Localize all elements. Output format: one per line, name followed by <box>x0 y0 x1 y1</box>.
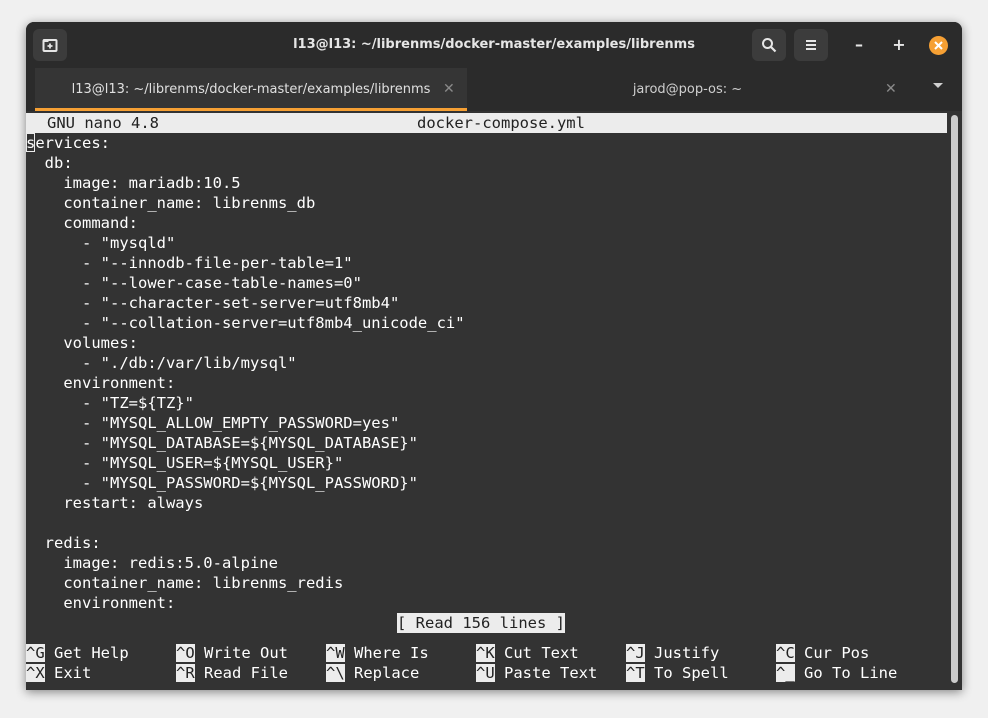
editor-line: - "--innodb-file-per-table=1" <box>26 254 353 272</box>
shortcut-label: Go To Line <box>804 664 898 682</box>
shortcut-item: ^\ Replace <box>326 663 419 683</box>
shortcut-item: ^R Read File <box>176 663 288 683</box>
editor-line: restart: always <box>26 494 204 512</box>
shortcut-key: ^C <box>776 644 795 662</box>
shortcut-label: Get Help <box>54 644 129 662</box>
shortcut-label: Where Is <box>354 644 429 662</box>
shortcut-label: Write Out <box>204 644 289 662</box>
title-bar: l13@l13: ~/librenms/docker-master/exampl… <box>26 22 962 68</box>
shortcut-item: ^O Write Out <box>176 643 288 663</box>
tab-label: jarod@pop-os: ~ <box>632 82 743 97</box>
terminal-content[interactable]: GNU nano 4.8 docker-compose.yml services:… <box>26 111 948 690</box>
editor-line: - "MYSQL_ALLOW_EMPTY_PASSWORD=yes" <box>26 414 400 432</box>
editor-line: environment: <box>26 374 176 392</box>
shortcut-label: Cur Pos <box>804 644 870 662</box>
menu-button[interactable] <box>794 29 828 61</box>
shortcut-label: Justify <box>654 644 720 662</box>
menu-icon <box>806 40 816 50</box>
shortcut-key: ^_ <box>776 664 795 682</box>
tab-label: l13@l13: ~/librenms/docker-master/exampl… <box>71 82 431 97</box>
editor-line: - "MYSQL_USER=${MYSQL_USER}" <box>26 454 344 472</box>
shortcut-key: ^G <box>26 644 45 662</box>
shortcut-key: ^R <box>176 664 195 682</box>
nano-header: GNU nano 4.8 docker-compose.yml <box>26 113 947 133</box>
file-name: docker-compose.yml <box>417 114 585 132</box>
editor-line: - "TZ=${TZ}" <box>26 394 194 412</box>
shortcut-key: ^X <box>26 664 45 682</box>
editor-line: redis: <box>26 534 101 552</box>
shortcut-label: To Spell <box>654 664 729 682</box>
search-button[interactable] <box>752 29 786 61</box>
shortcut-label: Replace <box>354 664 420 682</box>
chevron-down-icon[interactable] <box>932 82 944 90</box>
shortcut-item: ^T To Spell <box>626 663 729 683</box>
shortcut-item: ^X Exit <box>26 663 91 683</box>
close-icon <box>934 41 943 50</box>
scrollbar-thumb[interactable] <box>951 115 958 683</box>
editor-line: command: <box>26 214 138 232</box>
shortcut-key: ^J <box>626 644 645 662</box>
maximize-button[interactable]: + <box>889 35 909 55</box>
editor-line: container_name: librenms_redis <box>26 574 344 592</box>
status-message: [ Read 156 lines ] <box>397 613 565 633</box>
shortcut-label: Exit <box>54 664 92 682</box>
editor-line: - "--character-set-server=utf8mb4" <box>26 294 400 312</box>
shortcut-key: ^U <box>476 664 495 682</box>
editor-line: - "mysqld" <box>26 234 176 252</box>
shortcut-label: Paste Text <box>504 664 598 682</box>
shortcut-item: ^G Get Help <box>26 643 129 663</box>
shortcut-label: Read File <box>204 664 289 682</box>
shortcut-item: ^J Justify <box>626 643 719 663</box>
editor-line: - "--collation-server=utf8mb4_unicode_ci… <box>26 314 465 332</box>
scrollbar[interactable] <box>949 113 959 685</box>
shortcut-key: ^O <box>176 644 195 662</box>
close-tab-icon[interactable]: ✕ <box>443 81 455 97</box>
editor-line: - "MYSQL_PASSWORD=${MYSQL_PASSWORD}" <box>26 474 418 492</box>
editor-line: image: redis:5.0-alpine <box>26 554 278 572</box>
shortcut-item: ^U Paste Text <box>476 663 597 683</box>
shortcut-key: ^K <box>476 644 495 662</box>
editor-line: container_name: librenms_db <box>26 194 316 212</box>
shortcut-item: ^_ Go To Line <box>776 663 897 683</box>
editor-line: environment: <box>26 594 176 612</box>
tab-pop-os[interactable]: jarod@pop-os: ~ ✕ <box>467 68 908 111</box>
editor-line: - "--lower-case-table-names=0" <box>26 274 362 292</box>
tab-bar: l13@l13: ~/librenms/docker-master/exampl… <box>26 68 962 111</box>
terminal-window: l13@l13: ~/librenms/docker-master/exampl… <box>26 22 962 690</box>
tab-librenms[interactable]: l13@l13: ~/librenms/docker-master/exampl… <box>35 68 467 111</box>
editor-line: db: <box>26 154 73 172</box>
shortcut-key: ^T <box>626 664 645 682</box>
close-window-button[interactable] <box>929 36 948 55</box>
minimize-button[interactable]: – <box>849 35 869 55</box>
editor-line: image: mariadb:10.5 <box>26 174 241 192</box>
shortcut-label: Cut Text <box>504 644 579 662</box>
shortcut-key: ^W <box>326 644 345 662</box>
close-tab-icon[interactable]: ✕ <box>885 81 897 97</box>
editor-line: - "./db:/var/lib/mysql" <box>26 354 297 372</box>
search-icon <box>762 38 777 53</box>
editor-line: - "MYSQL_DATABASE=${MYSQL_DATABASE}" <box>26 434 418 452</box>
shortcut-key: ^\ <box>326 664 345 682</box>
shortcut-item: ^C Cur Pos <box>776 643 869 663</box>
shortcut-item: ^W Where Is <box>326 643 429 663</box>
shortcut-item: ^K Cut Text <box>476 643 579 663</box>
editor-line: services: <box>26 134 110 152</box>
editor-line: volumes: <box>26 334 138 352</box>
nano-version: GNU nano 4.8 <box>47 114 159 132</box>
